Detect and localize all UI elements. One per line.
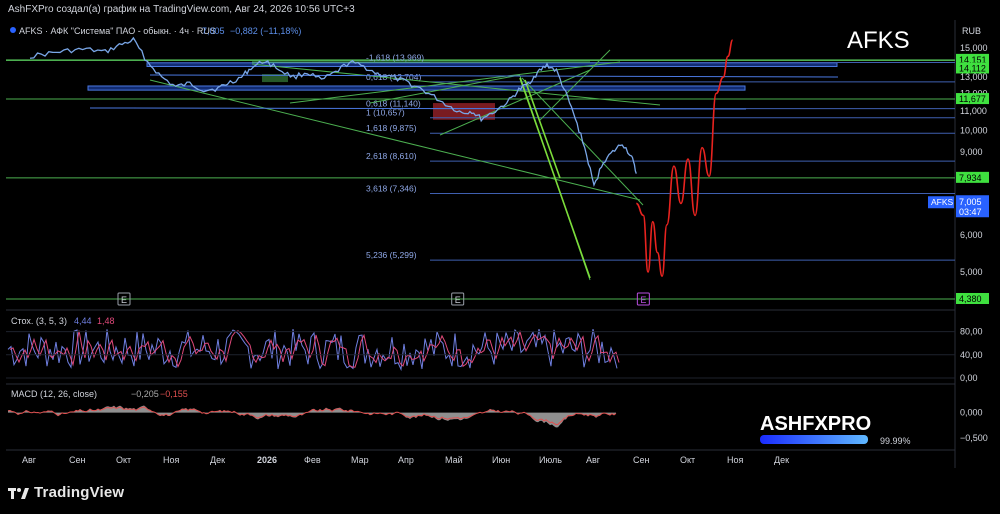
resistance-zone-upper[interactable]: [146, 62, 838, 67]
symbol-legend[interactable]: AFKS · АФК "Система" ПАО - обыкн. · 4ч ·…: [10, 26, 301, 36]
tradingview-footer[interactable]: TradingView: [8, 484, 124, 501]
time-tick-label: Июль: [539, 455, 562, 465]
level-badge-text: 4,380: [959, 294, 982, 304]
stoch-k-value: 4,44: [74, 316, 92, 326]
macd-tick-label: −0,500: [960, 433, 988, 443]
fib-label: 3,618 (7,346): [366, 184, 417, 194]
time-tick-label: 2026: [257, 455, 277, 465]
time-axis[interactable]: Авг Сен Окт Ноя Дек 2026 Фев Мар Апр Май Июн Июль Ав…: [22, 455, 789, 465]
symbol-line-change: −0,882 (−11,18%): [230, 26, 301, 36]
time-tick-label: Фев: [304, 455, 321, 465]
fib-label: 5,236 (5,299): [366, 250, 417, 260]
level-badge-text: 11,677: [959, 94, 986, 104]
earnings-marker-label: E: [455, 295, 461, 305]
macd-title: MACD (12, 26, close): [11, 389, 97, 399]
fib-label: 2,618 (8,610): [366, 151, 417, 161]
currency-label: RUB: [962, 26, 981, 36]
tradingview-logo-text: TradingView: [34, 484, 125, 501]
last-price-value: 7,005: [959, 197, 982, 207]
price-tick-label: 13,000: [960, 72, 988, 82]
time-tick-label: Дек: [210, 455, 225, 465]
symbol-line-price: 7,005: [202, 26, 225, 36]
time-tick-label: Июн: [492, 455, 510, 465]
earnings-marker-label: E: [121, 295, 127, 305]
price-axis[interactable]: 15,00014,00013,00012,00011,00010,0009,00…: [960, 43, 988, 277]
price-tick-label: 6,000: [960, 230, 983, 240]
macd-legend: MACD (12, 26, close) −0,205 −0,155: [11, 389, 188, 399]
forecast-line[interactable]: [635, 39, 734, 277]
brand-overlay: ASHFXPRO 99.99%: [760, 413, 911, 446]
macd-line[interactable]: [7, 406, 617, 426]
stoch-tick-label: 40,00: [960, 350, 983, 360]
ticker-watermark: AFKS: [847, 27, 910, 54]
earnings-marker-label: E: [640, 295, 646, 305]
stoch-tick-label: 80,00: [960, 327, 983, 337]
fib-label: 1,618 (9,875): [366, 123, 417, 133]
tradingview-logo-icon: [8, 487, 29, 499]
macd-value-2: −0,155: [160, 389, 188, 399]
trendline[interactable]: [89, 107, 747, 110]
macd-tick-label: 0,000: [960, 408, 983, 418]
stoch-axis: 80,00 40,00 0,00: [6, 327, 983, 383]
fib-levels[interactable]: -1,618 (13,969)0,618 (12,704)0,618 (11,1…: [366, 53, 955, 261]
fib-label: 1 (10,657): [366, 108, 405, 118]
symbol-line-prefix: AFKS · АФК "Система" ПАО - обыкн. · 4ч ·…: [19, 26, 216, 36]
brand-name: ASHFXPRO: [760, 413, 871, 435]
stoch-title: Стох. (3, 5, 3): [11, 316, 67, 326]
last-price-ticker-text: AFKS: [931, 197, 954, 207]
last-price-countdown: 03:47: [959, 207, 982, 217]
time-tick-label: Дек: [774, 455, 789, 465]
brand-meter: [760, 435, 868, 444]
level-badge-text: 7,934: [959, 173, 982, 183]
price-tick-label: 9,000: [960, 147, 983, 157]
time-tick-label: Мар: [351, 455, 369, 465]
brand-meter-label: 99.99%: [880, 436, 911, 446]
time-tick-label: Сен: [69, 455, 86, 465]
horizontal-levels[interactable]: [6, 59, 955, 300]
symbol-dot: [10, 27, 16, 33]
time-tick-label: Окт: [116, 455, 131, 465]
trendline[interactable]: [149, 74, 839, 78]
price-tick-label: 15,000: [960, 43, 988, 53]
price-tick-label: 5,000: [960, 267, 983, 277]
macd-histogram[interactable]: [8, 405, 616, 428]
stoch-series[interactable]: [7, 328, 620, 372]
time-tick-label: Сен: [633, 455, 650, 465]
time-tick-label: Авг: [586, 455, 601, 465]
level-badge-text: 14,112: [959, 63, 986, 73]
time-tick-label: Апр: [398, 455, 414, 465]
macd-series[interactable]: [7, 405, 617, 428]
stoch-d-value: 1,48: [97, 316, 115, 326]
stoch-legend: Стох. (3, 5, 3) 4,44 1,48: [11, 316, 115, 326]
macd-axis: 0,000 −0,500: [960, 408, 988, 443]
stoch-tick-label: 0,00: [960, 373, 978, 383]
time-tick-label: Ноя: [727, 455, 744, 465]
trendlines[interactable]: [89, 49, 839, 281]
time-tick-label: Ноя: [163, 455, 180, 465]
fib-label: -1,618 (13,969): [366, 53, 424, 63]
forecast-series[interactable]: [635, 39, 734, 277]
time-tick-label: Авг: [22, 455, 37, 465]
price-tick-label: 11,000: [960, 106, 987, 116]
chart-canvas[interactable]: AFKS · АФК "Система" ПАО - обыкн. · 4ч ·…: [0, 0, 1000, 514]
time-tick-label: Окт: [680, 455, 695, 465]
price-tick-label: 10,000: [960, 126, 988, 136]
time-tick-label: Май: [445, 455, 463, 465]
macd-value-1: −0,205: [131, 389, 159, 399]
